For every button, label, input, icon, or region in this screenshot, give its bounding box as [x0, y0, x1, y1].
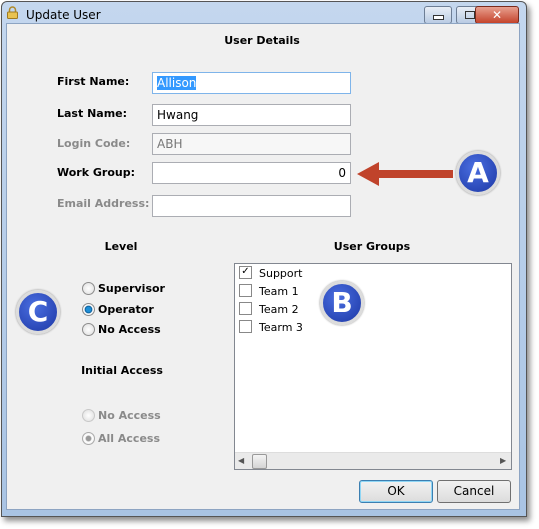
login-code-input: ABH — [152, 133, 351, 155]
team-3-checkbox[interactable] — [239, 320, 252, 333]
first-name-input[interactable]: Allison — [152, 72, 351, 94]
support-checkbox[interactable]: ✓ — [239, 266, 252, 279]
initial-no-access-label: No Access — [98, 409, 161, 422]
callout-badge-c: C — [16, 290, 60, 334]
level-supervisor-label[interactable]: Supervisor — [98, 282, 165, 295]
ok-button[interactable]: OK — [359, 480, 433, 503]
level-operator-radio[interactable] — [82, 303, 95, 316]
support-label[interactable]: Support — [259, 267, 302, 280]
first-name-value: Allison — [157, 76, 197, 90]
team-2-label[interactable]: Team 2 — [259, 303, 299, 316]
callout-badge-b: B — [320, 281, 364, 325]
window-title: Update User — [26, 8, 101, 22]
team-1-checkbox[interactable] — [239, 284, 252, 297]
level-title: Level — [104, 240, 138, 253]
level-no-access-label[interactable]: No Access — [98, 323, 161, 336]
minimize-button[interactable] — [424, 6, 452, 24]
user-groups-title: User Groups — [333, 240, 411, 253]
callout-arrow-icon — [357, 162, 453, 186]
team-3-label[interactable]: Tearm 3 — [259, 321, 303, 334]
initial-all-access-label: All Access — [98, 432, 160, 445]
horizontal-scrollbar[interactable]: ◀ ▶ — [235, 452, 511, 469]
section-title: User Details — [224, 34, 300, 47]
lock-icon — [7, 6, 18, 19]
first-name-label: First Name: — [57, 75, 130, 88]
work-group-label: Work Group: — [57, 166, 135, 179]
callout-badge-a: A — [456, 151, 500, 195]
email-label: Email Address: — [57, 197, 150, 210]
team-2-checkbox[interactable] — [239, 302, 252, 315]
level-supervisor-radio[interactable] — [82, 282, 95, 295]
initial-access-title: Initial Access — [81, 364, 163, 377]
close-button[interactable]: ✕ — [475, 6, 519, 24]
cancel-button[interactable]: Cancel — [437, 480, 511, 503]
scrollbar-thumb[interactable] — [252, 454, 267, 469]
level-operator-label[interactable]: Operator — [98, 303, 154, 316]
last-name-label: Last Name: — [57, 107, 128, 120]
level-no-access-radio[interactable] — [82, 323, 95, 336]
scroll-left-icon[interactable]: ◀ — [238, 456, 244, 465]
scroll-right-icon[interactable]: ▶ — [500, 456, 506, 465]
team-1-label[interactable]: Team 1 — [259, 285, 299, 298]
initial-all-access-radio — [82, 432, 95, 445]
initial-no-access-radio — [82, 409, 95, 422]
email-input[interactable] — [152, 195, 351, 217]
last-name-input[interactable]: Hwang — [152, 104, 351, 126]
work-group-input[interactable]: 0 — [152, 162, 351, 184]
login-code-label: Login Code: — [57, 137, 131, 150]
